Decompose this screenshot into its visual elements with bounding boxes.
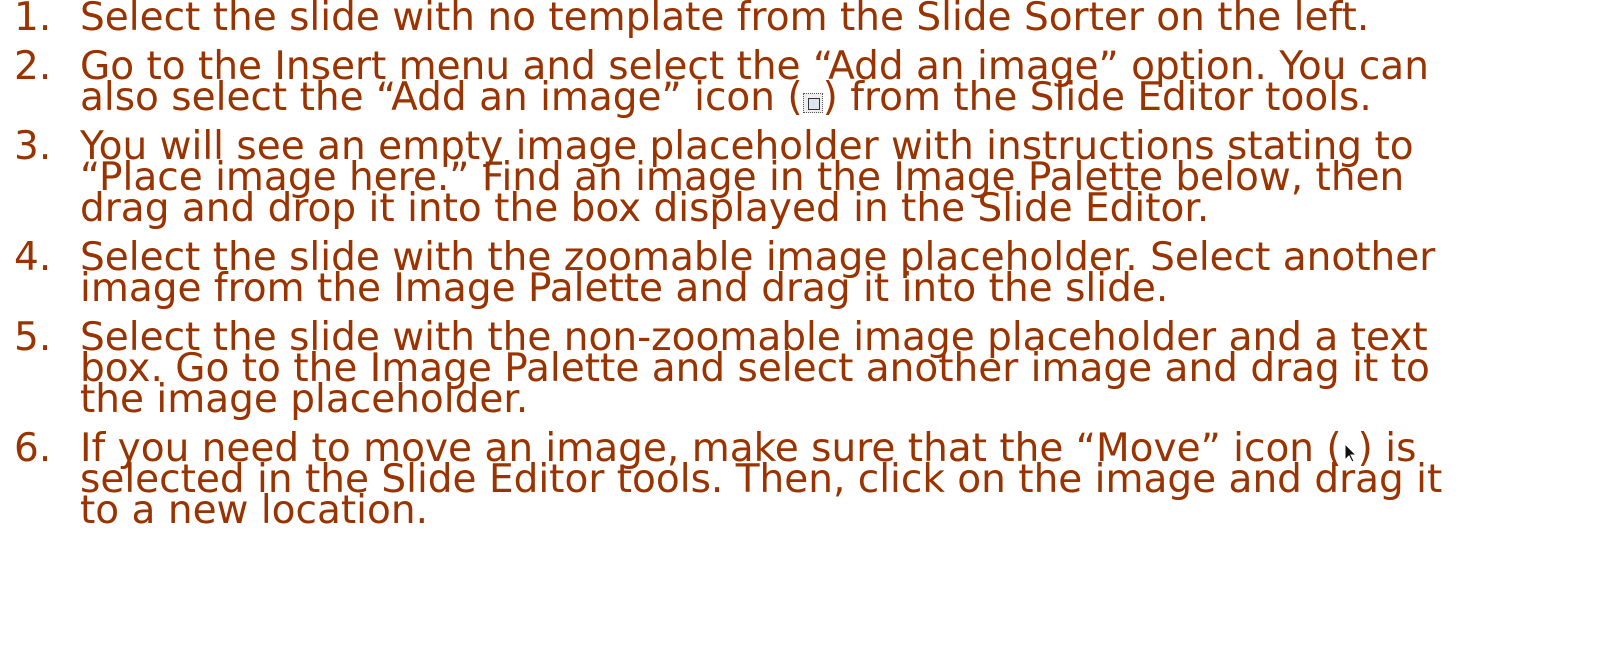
- list-item: 6. If you need to move an image, make su…: [14, 426, 1594, 530]
- item-text-after-icon: ) from the Slide Editor tools.: [822, 75, 1372, 120]
- item-number: 2.: [14, 44, 52, 89]
- item-text: Select the slide with the non-zoomable i…: [80, 315, 1430, 422]
- item-text: You will see an empty image placeholder …: [80, 124, 1414, 231]
- list-item: 3. You will see an empty image placehold…: [14, 124, 1594, 231]
- item-text: Select the slide with the zoomable image…: [80, 235, 1436, 311]
- item-number: 3.: [14, 124, 52, 169]
- add-image-icon: [802, 93, 823, 113]
- item-text: Go to the Insert menu and select the “Ad…: [80, 47, 1594, 117]
- move-cursor-icon: [1342, 436, 1358, 463]
- instruction-list: 1. Select the slide with no template fro…: [14, 0, 1594, 544]
- item-text: If you need to move an image, make sure …: [80, 429, 1594, 530]
- item-number: 1.: [14, 0, 52, 40]
- item-number: 5.: [14, 315, 52, 360]
- item-number: 4.: [14, 235, 52, 280]
- item-text: Select the slide with no template from t…: [80, 0, 1370, 40]
- list-item: 4. Select the slide with the zoomable im…: [14, 235, 1594, 311]
- list-item: 5. Select the slide with the non-zoomabl…: [14, 315, 1594, 422]
- list-item: 1. Select the slide with no template fro…: [14, 0, 1594, 40]
- list-item: 2. Go to the Insert menu and select the …: [14, 44, 1594, 117]
- item-number: 6.: [14, 426, 52, 471]
